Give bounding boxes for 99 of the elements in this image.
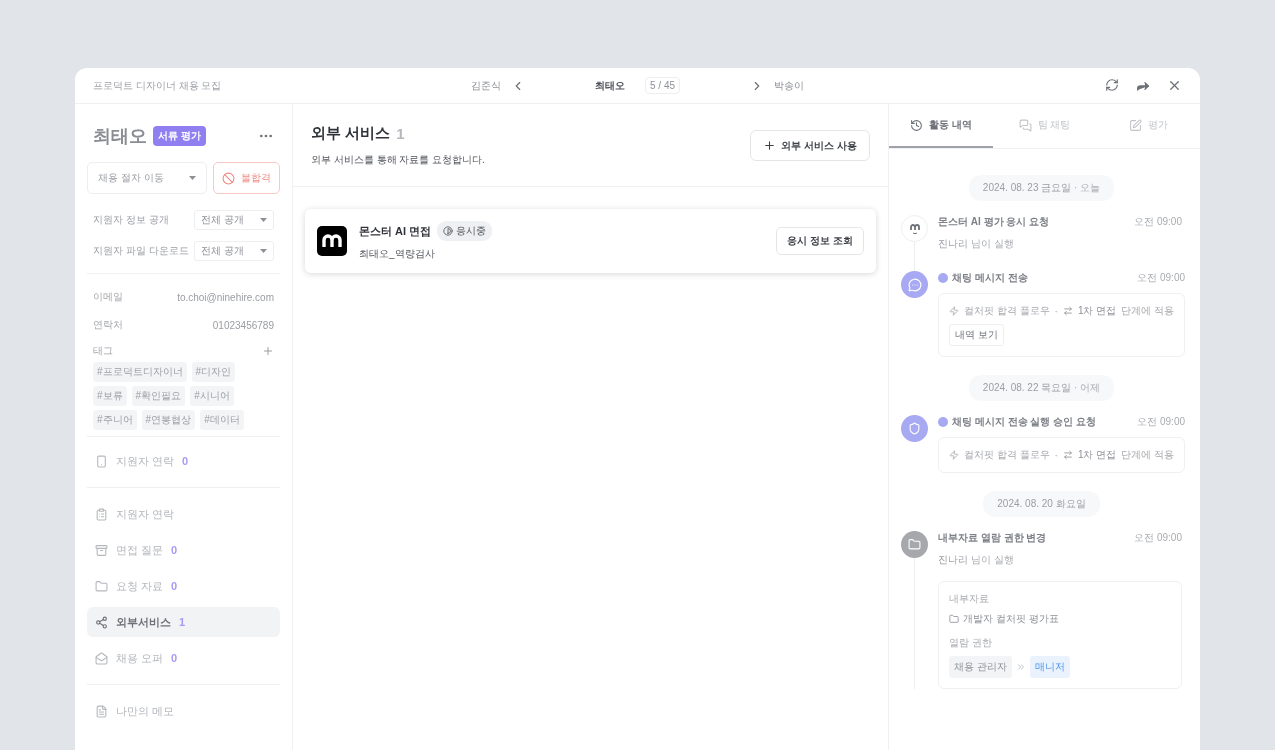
sidebar-item[interactable]: 요청 자료 0 [87, 571, 280, 601]
info-value: to.choi@ninehire.com [177, 291, 274, 303]
candidate-name: 최태오 [93, 125, 147, 148]
tab-icon [1018, 118, 1032, 132]
avatar [901, 271, 928, 298]
sidebar-icon [95, 651, 108, 665]
caret-icon [260, 218, 267, 222]
tag: #보류 [93, 386, 127, 406]
event-title: 채팅 메시지 전송 [952, 271, 1028, 285]
switch-icon [1062, 306, 1073, 316]
role-chip: 채용 관리자 [949, 656, 1012, 678]
tag: #프로덕트디자이너 [93, 362, 187, 382]
setting-label: 지원자 정보 공개 [93, 213, 169, 227]
flow-name: 컬처핏 합격 플로우 [964, 448, 1050, 462]
sidebar-icon [95, 704, 108, 718]
bolt-icon [949, 450, 959, 460]
separator-dot: · [1054, 449, 1058, 461]
bolt-icon [949, 306, 959, 316]
caret-icon [189, 176, 196, 180]
actor-name: 진나리 [938, 553, 968, 567]
caret-icon [260, 249, 267, 253]
event-time: 오전 09:00 [1134, 215, 1182, 229]
tag: #확인필요 [131, 386, 186, 406]
section-title: 외부 서비스 [311, 124, 391, 143]
next-candidate[interactable]: 박송이 [774, 78, 804, 93]
stage-badge: 서류 평가 [153, 126, 206, 146]
tag: #연봉협상 [141, 410, 196, 430]
current-candidate: 최태오 [595, 78, 625, 93]
date-pill: 2024. 08. 23 금요일 · 오늘 [968, 175, 1115, 201]
sidebar-item[interactable]: 외부서비스 1 [87, 607, 280, 637]
setting-label: 지원자 파일 다운로드 [93, 244, 189, 258]
info-label: 이메일 [93, 290, 123, 304]
stage-name: 1차 면접 [1077, 304, 1117, 318]
role-chip: 매니저 [1029, 656, 1070, 678]
tab-icon [909, 118, 923, 132]
avatar [901, 215, 928, 242]
logo-icon [322, 234, 342, 248]
event-time: 오전 09:00 [1137, 415, 1186, 429]
field-label: 내부자료 [949, 592, 990, 606]
event-title: 내부자료 열람 권한 변경 [938, 531, 1047, 545]
event-time: 오전 09:00 [1137, 271, 1186, 285]
sidebar-icon [95, 454, 108, 468]
sidebar-item[interactable]: 지원자 연락 0 [87, 446, 280, 476]
field-label: 열람 권한 [949, 636, 993, 650]
job-title: 프로덕트 디자이너 채용 모집 [93, 78, 223, 93]
date-pill: 2024. 08. 20 화요일 [983, 491, 1100, 517]
actor-name: 진나리 [938, 237, 968, 251]
stage-note: 단계에 적용 [1121, 304, 1175, 318]
tag: #시니어 [190, 386, 234, 406]
sidebar-icon [95, 543, 108, 557]
event-title: 채팅 메시지 전송 실행 승인 요청 [952, 415, 1096, 429]
status-badge: 응시중 [437, 221, 493, 241]
view-history-button[interactable]: 내역 보기 [949, 324, 1004, 346]
switch-icon [1062, 450, 1073, 460]
prohibited-icon [222, 171, 235, 185]
actor-note: 님이 실행 [971, 237, 1014, 251]
sidebar-item[interactable]: 나만의 메모 [87, 696, 280, 726]
section-count: 1 [396, 125, 405, 142]
sidebar-item[interactable]: 면접 질문 0 [87, 535, 280, 565]
date-pill: 2024. 08. 22 목요일 · 어제 [968, 375, 1115, 401]
tag: #주니어 [93, 410, 137, 430]
add-service-button[interactable]: 외부 서비스 사용 [750, 130, 870, 161]
event-time: 오전 09:00 [1134, 531, 1182, 545]
previous-candidate[interactable]: 김준식 [471, 78, 501, 93]
flow-name: 컬처핏 합격 플로우 [964, 304, 1050, 318]
info-value: 01023456789 [212, 319, 274, 331]
tag: #데이터 [200, 410, 244, 430]
reject-button[interactable]: 불합격 [213, 162, 280, 194]
sidebar-icon [95, 579, 108, 593]
stage-note: 단계에 적용 [1121, 448, 1175, 462]
tab-icon [1128, 118, 1142, 132]
tab[interactable]: 활동 내역 [889, 104, 993, 148]
sidebar-icon [95, 507, 108, 521]
sidebar-item[interactable]: 채용 오퍼 0 [87, 643, 280, 673]
view-info-button[interactable]: 응시 정보 조회 [776, 227, 864, 255]
visibility-select[interactable]: 전체 공개 [194, 241, 274, 261]
actor-note: 님이 실행 [971, 553, 1014, 567]
avatar [901, 415, 928, 442]
sidebar-item[interactable]: 지원자 연락 [87, 499, 280, 529]
document-name: 개발자 컬처핏 평가표 [963, 612, 1059, 626]
service-subtitle: 최태오_역량검사 [359, 247, 436, 261]
half-circle-icon [443, 226, 454, 236]
stage-select[interactable]: 채용 절차 이동 [87, 162, 207, 194]
double-chevron-icon [1015, 662, 1026, 672]
section-description: 외부 서비스를 통해 자료를 요청합니다. [311, 153, 485, 167]
avatar [901, 531, 928, 558]
separator-dot: · [1054, 305, 1058, 317]
folder-icon [949, 614, 959, 624]
tag: #디자인 [191, 362, 236, 382]
sidebar-icon [95, 615, 108, 629]
plus-icon [763, 139, 777, 152]
service-name: 몬스터 AI 면접 [359, 223, 432, 239]
event-title: 몬스터 AI 평가 응시 요청 [938, 215, 1050, 229]
stage-name: 1차 면접 [1077, 448, 1117, 462]
info-label: 연락처 [93, 318, 123, 332]
tags-label: 태그 [93, 344, 113, 358]
refresh-icon[interactable] [1105, 77, 1119, 94]
visibility-select[interactable]: 전체 공개 [194, 210, 274, 230]
page-counter: 5 / 45 [645, 77, 680, 94]
